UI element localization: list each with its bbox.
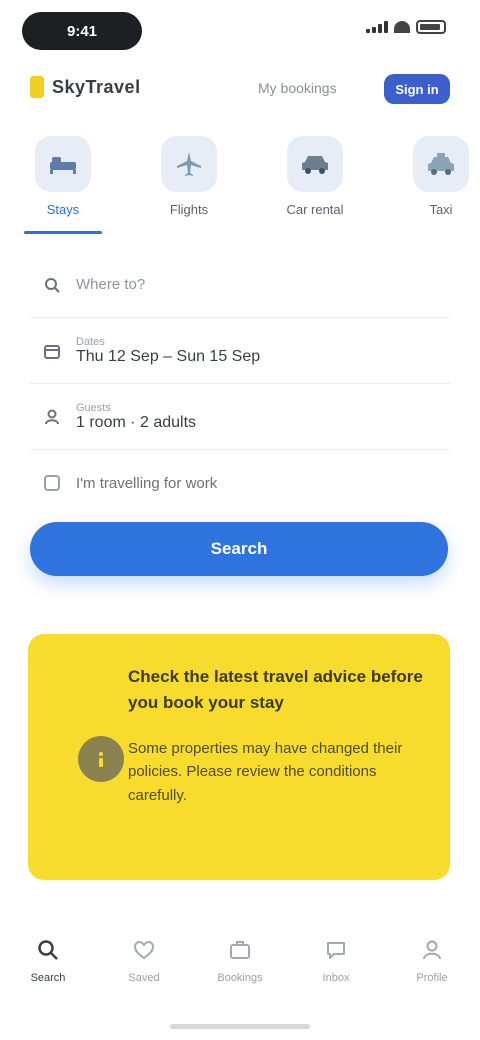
battery-icon — [416, 20, 446, 34]
tab-label: Flights — [169, 202, 209, 217]
user-icon — [42, 407, 62, 427]
guests-label: Guests — [76, 401, 111, 414]
search-icon — [34, 936, 62, 964]
suitcase-icon — [226, 936, 254, 964]
dates-label: Dates — [76, 335, 105, 348]
tab-label: Stays — [46, 202, 80, 217]
work-travel-option[interactable]: I'm travelling for work — [30, 450, 450, 516]
sign-in-button[interactable]: Sign in — [384, 74, 450, 104]
my-bookings-link[interactable]: My bookings — [258, 80, 337, 96]
nav-label: Saved — [128, 972, 160, 984]
app-header: SkyTravel My bookings Sign in — [0, 68, 480, 108]
tab-label: Taxi — [429, 202, 453, 217]
chat-icon — [322, 936, 350, 964]
nav-inbox[interactable]: Inbox — [288, 926, 384, 1014]
checkbox[interactable] — [42, 473, 62, 493]
tab-car-rental[interactable]: Car rental — [252, 130, 378, 240]
dates-text: Dates Thu 12 Sep – Sun 15 Sep — [76, 336, 260, 366]
guests-field[interactable]: Guests 1 room · 2 adults — [30, 384, 450, 450]
logo-text: SkyTravel — [52, 76, 141, 97]
plane-icon — [161, 136, 217, 192]
info-icon — [78, 736, 124, 782]
heart-icon — [130, 936, 158, 964]
dates-field[interactable]: Dates Thu 12 Sep – Sun 15 Sep — [30, 318, 450, 384]
status-icons — [366, 20, 446, 34]
tab-taxi[interactable]: Taxi — [378, 130, 480, 240]
calendar-icon — [42, 341, 62, 361]
tab-stays[interactable]: Stays — [0, 130, 126, 240]
nav-label: Search — [30, 972, 66, 984]
destination-placeholder: Where to? — [76, 276, 146, 293]
nav-search[interactable]: Search — [0, 926, 96, 1014]
service-tabs: Stays Flights Car rental Taxi — [0, 130, 480, 240]
search-button[interactable]: Search — [30, 522, 448, 576]
taxi-icon — [413, 136, 469, 192]
nav-label: Profile — [416, 972, 448, 984]
tab-flights[interactable]: Flights — [126, 130, 252, 240]
promo-title: Check the latest travel advice before yo… — [128, 667, 423, 712]
trip-search-form: Where to? Dates Thu 12 Sep – Sun 15 Sep … — [30, 252, 450, 516]
work-travel-label: I'm travelling for work — [76, 474, 218, 492]
signal-icon — [366, 21, 388, 33]
tab-label: Car rental — [286, 202, 344, 217]
nav-profile[interactable]: Profile — [384, 926, 480, 1014]
user-icon — [418, 936, 446, 964]
app-logo[interactable]: SkyTravel — [30, 76, 141, 98]
bottom-navigation: Search Saved Bookings Inbox Profile — [0, 926, 480, 1014]
home-indicator — [170, 1024, 310, 1029]
wifi-icon — [394, 21, 410, 33]
promo-text: Check the latest travel advice before yo… — [128, 664, 424, 807]
car-icon — [287, 136, 343, 192]
travel-advice-banner[interactable]: Check the latest travel advice before yo… — [28, 634, 450, 880]
guests-value: 1 room · 2 adults — [76, 413, 197, 431]
bed-icon — [35, 136, 91, 192]
guests-text: Guests 1 room · 2 adults — [76, 402, 196, 432]
nav-label: Bookings — [217, 972, 263, 984]
logo-mark-icon — [30, 76, 44, 98]
status-time: 9:41 — [22, 12, 142, 50]
nav-label: Inbox — [322, 972, 350, 984]
dates-value: Thu 12 Sep – Sun 15 Sep — [76, 347, 261, 365]
promo-body: Some properties may have changed their p… — [128, 740, 403, 804]
nav-saved[interactable]: Saved — [96, 926, 192, 1014]
search-icon — [42, 275, 62, 295]
status-bar: 9:41 — [0, 0, 480, 62]
destination-field[interactable]: Where to? — [30, 252, 450, 318]
nav-bookings[interactable]: Bookings — [192, 926, 288, 1014]
